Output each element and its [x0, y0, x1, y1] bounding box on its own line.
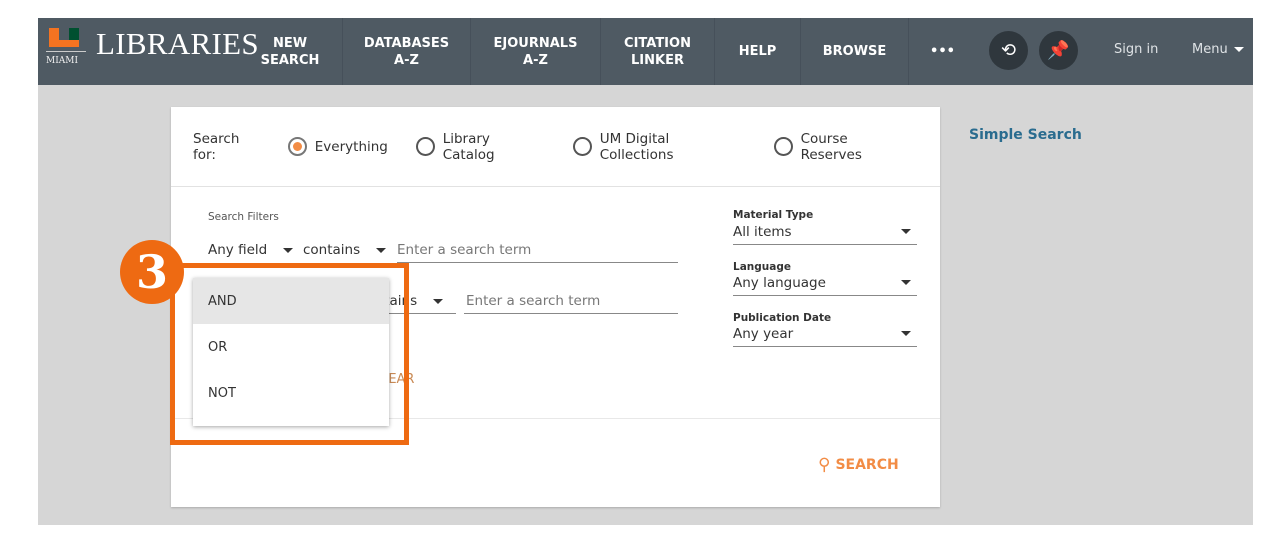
simple-search-link[interactable]: Simple Search: [969, 127, 1082, 143]
radio-icon[interactable]: [415, 137, 435, 156]
history-icon[interactable]: ⟲: [989, 31, 1028, 70]
menu-button[interactable]: Menu: [1192, 42, 1244, 57]
chevron-down-icon: [1233, 47, 1244, 52]
chevron-down-icon: [901, 280, 911, 285]
sign-in-link[interactable]: Sign in: [1114, 42, 1158, 57]
language-label: Language: [733, 261, 791, 273]
publication-date-select[interactable]: Any year: [733, 326, 917, 347]
operator-select-1[interactable]: contains: [303, 242, 387, 258]
um-logo[interactable]: MIAMI: [46, 26, 90, 72]
radio-icon[interactable]: [572, 137, 592, 156]
search-term-input-1[interactable]: Enter a search term: [397, 242, 531, 258]
more-icon[interactable]: •••: [908, 18, 976, 85]
nav-citation-linker[interactable]: CITATION LINKER: [600, 18, 714, 85]
nav-databases[interactable]: DATABASES A-Z: [342, 18, 470, 85]
nav-browse[interactable]: BROWSE: [800, 18, 908, 85]
input-underline: [464, 313, 678, 314]
nav-help[interactable]: HELP: [714, 18, 800, 85]
scope-selector: Search for: Everything Library Catalog U…: [171, 107, 940, 187]
search-icon: ⚲: [818, 455, 831, 475]
input-underline: [397, 262, 678, 263]
top-nav: MIAMI LIBRARIES NEW SEARCH DATABASES A-Z…: [38, 18, 1253, 85]
annotation-highlight-box: [170, 263, 409, 445]
scope-everything[interactable]: Everything: [287, 137, 388, 156]
scope-course-reserves[interactable]: Course Reserves: [773, 131, 912, 163]
search-button[interactable]: ⚲ SEARCH: [818, 455, 899, 475]
scope-library-catalog[interactable]: Library Catalog: [415, 131, 545, 163]
material-type-select[interactable]: All items: [733, 224, 917, 245]
search-for-label: Search for:: [193, 130, 240, 163]
field-select-1[interactable]: Any field: [208, 242, 294, 258]
language-select[interactable]: Any language: [733, 275, 917, 296]
chevron-down-icon: [433, 298, 444, 304]
publication-date-label: Publication Date: [733, 312, 832, 324]
chevron-down-icon: [901, 229, 911, 234]
radio-icon[interactable]: [773, 137, 793, 156]
chevron-down-icon: [376, 247, 387, 253]
scope-digital-collections[interactable]: UM Digital Collections: [572, 131, 746, 163]
chevron-down-icon: [283, 247, 294, 253]
material-type-label: Material Type: [733, 209, 814, 221]
brand-title[interactable]: LIBRARIES: [96, 26, 259, 62]
chevron-down-icon: [901, 331, 911, 336]
search-term-input-2[interactable]: Enter a search term: [466, 293, 600, 309]
radio-selected-icon[interactable]: [287, 137, 307, 156]
step-number-badge: 3: [120, 240, 184, 304]
search-filters-label: Search Filters: [208, 211, 279, 223]
nav-new-search[interactable]: NEW SEARCH: [238, 18, 342, 85]
nav-ejournals[interactable]: EJOURNALS A-Z: [470, 18, 600, 85]
pin-icon[interactable]: 📌: [1039, 31, 1078, 70]
